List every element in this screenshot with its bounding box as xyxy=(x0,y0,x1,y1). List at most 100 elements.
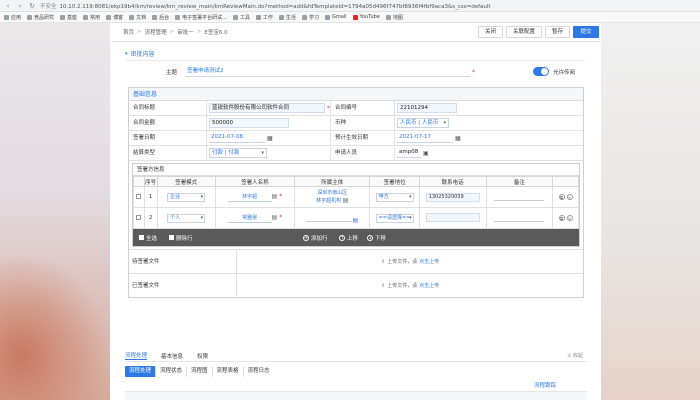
forward-icon[interactable]: › xyxy=(16,2,24,10)
bookmark-item[interactable]: YouTube xyxy=(352,14,380,20)
row-checkbox[interactable] xyxy=(136,214,142,220)
picker-icon[interactable]: ▤ xyxy=(272,214,278,221)
bookmark-item[interactable]: 地图 xyxy=(385,14,403,21)
signer-name-input[interactable]: 常雅晏 xyxy=(227,214,272,223)
table-row: 1 企业 林宇超▤* 深圳市南山区林宇超机构 ▤ 甲方 13025320039 … xyxy=(133,186,579,208)
bookmark-item[interactable]: 工作 xyxy=(255,14,273,21)
picker-icon[interactable]: ▤ xyxy=(272,193,278,200)
copy-row-icon[interactable]: ⧉ xyxy=(558,193,565,200)
move-up-button[interactable]: ↑ 上移 xyxy=(339,234,358,242)
sign-role-select[interactable]: ==请选择== xyxy=(375,213,414,223)
breadcrumb-item[interactable]: E签宝6.0 xyxy=(204,28,227,36)
reload-icon[interactable]: ↻ xyxy=(28,2,36,10)
sign-mode-select[interactable]: 企业 xyxy=(167,192,206,202)
effective-date-input[interactable]: 2021-07-17 xyxy=(397,133,453,143)
picker-icon[interactable]: ▤ xyxy=(343,197,349,204)
calendar-icon[interactable]: ▦ xyxy=(267,135,273,142)
breadcrumb-item[interactable]: 审批一 xyxy=(177,28,194,36)
subtab-flow-log[interactable]: 流程日志 xyxy=(244,366,274,377)
basic-info-title: 基础信息 xyxy=(129,88,583,101)
entity-input[interactable] xyxy=(306,213,353,222)
signers-title: 签署方信息 xyxy=(133,164,579,176)
allow-circulate-toggle[interactable] xyxy=(533,67,549,76)
bookmark-item[interactable]: 学习 xyxy=(301,14,319,21)
copy-row-icon[interactable]: ⧉ xyxy=(558,214,565,221)
picker-icon[interactable]: ▤ xyxy=(352,217,358,224)
table-header-row: 序号 签署模式 签署人名称 所属主体 签署地位 联系电话 备注 xyxy=(133,176,579,187)
bookmark-item[interactable]: Gmail xyxy=(324,14,347,20)
subtab-flow-table[interactable]: 流程表格 xyxy=(213,366,244,377)
folder-icon xyxy=(152,14,158,20)
signer-name-input[interactable]: 林宇超 xyxy=(227,193,272,202)
subtab-flow-chart[interactable]: 流程图 xyxy=(187,366,213,377)
required-star: * xyxy=(472,68,475,76)
bookmark-item[interactable]: 基座 xyxy=(60,14,77,21)
submit-button[interactable]: 提交 xyxy=(573,26,599,38)
field-label: 合同金额 xyxy=(129,116,207,130)
tab-basic-info[interactable]: 基本信息 xyxy=(161,352,183,360)
bookmark-item[interactable]: 后台 xyxy=(152,14,169,21)
assoc-config-button[interactable]: 关联配置 xyxy=(505,26,542,38)
delete-rows-button[interactable]: 删除行 xyxy=(169,234,193,242)
checkbox-icon xyxy=(139,235,144,240)
bookmark-item[interactable]: 工具 xyxy=(232,14,250,21)
map-icon xyxy=(385,14,391,20)
table-row: 2 个人 常雅晏▤* ▤ ==请选择== ⧉× xyxy=(133,207,579,229)
breadcrumb-item[interactable]: 流程管理 xyxy=(145,28,167,36)
phone-input[interactable] xyxy=(425,212,480,222)
field-label: 合同标题 xyxy=(129,101,207,115)
contract-no-input[interactable]: 22101294 xyxy=(397,103,457,113)
tab-permission[interactable]: 权限 xyxy=(197,352,208,360)
sign-date-input[interactable]: 2021-07-08 xyxy=(209,133,265,143)
url-field[interactable]: 不安全 10.10.2.119:8081/ekp19b4/km/review/km… xyxy=(40,2,491,10)
contract-title-input[interactable]: 蓝锐软件股份有限公司软件合同 xyxy=(209,103,325,113)
delete-row-icon[interactable]: × xyxy=(566,193,573,200)
background-right xyxy=(600,23,700,400)
calendar-icon[interactable]: ▦ xyxy=(455,135,461,142)
remark-input[interactable] xyxy=(494,213,545,222)
add-row-button[interactable]: + 添加行 xyxy=(303,234,328,242)
flow-track-link[interactable]: 流程跟踪 xyxy=(534,381,556,389)
section-header[interactable]: ▾ 审批内容 xyxy=(125,47,585,61)
upload-link[interactable]: 点击上传 xyxy=(419,258,439,265)
applicant-input[interactable]: amp08 xyxy=(397,148,421,158)
bookmark-item[interactable]: 应用 xyxy=(4,14,21,21)
bookmark-item[interactable]: 文档 xyxy=(129,14,146,21)
subtab-flow-status[interactable]: 流程状态 xyxy=(156,366,188,377)
delete-row-icon[interactable]: × xyxy=(566,214,573,221)
url-text: 10.10.2.119:8081/ekp19b4/km/review/km_re… xyxy=(59,3,491,10)
breadcrumb-home[interactable]: 首页 xyxy=(123,28,134,36)
signers-box: 签署方信息 序号 签署模式 签署人名称 所属主体 签署地位 联系电话 备注 1 … xyxy=(132,163,580,247)
currency-select[interactable]: 人民币 | 人民币 xyxy=(397,118,449,128)
row-checkbox[interactable] xyxy=(136,193,142,199)
settle-type-select[interactable]: 付款 | 付款 xyxy=(209,148,267,158)
subject-input[interactable]: 签署申请测试2 xyxy=(185,67,470,77)
row-number: 1 xyxy=(143,186,158,208)
amount-input[interactable]: 500000 xyxy=(209,118,289,128)
bookmark-item[interactable]: 电子签署平台研试... xyxy=(175,14,227,21)
save-draft-button[interactable]: 暂存 xyxy=(544,26,570,38)
folder-icon xyxy=(60,14,66,20)
signers-toolbar: 全选 删除行 + 添加行 ↑ 上移 ↓ 下移 xyxy=(133,229,579,246)
person-picker-icon[interactable]: ▣ xyxy=(423,150,429,157)
upload-link[interactable]: 点击上传 xyxy=(419,282,439,289)
tab-flow[interactable]: 流程处理 xyxy=(125,351,148,360)
close-button[interactable]: 关闭 xyxy=(477,26,503,38)
back-icon[interactable]: ‹ xyxy=(4,2,12,10)
bookmark-item[interactable]: 博客 xyxy=(106,14,123,21)
field-label: 合同编号 xyxy=(331,101,395,115)
sign-mode-select[interactable]: 个人 xyxy=(167,213,206,223)
upload-icon: ⇪ xyxy=(380,282,386,289)
field-label: 预计生效日期 xyxy=(331,131,395,145)
bookmark-item[interactable]: 生活 xyxy=(278,14,296,21)
select-all-button[interactable]: 全选 xyxy=(139,234,157,242)
bookmark-item[interactable]: 常用 xyxy=(83,14,100,21)
phone-input[interactable]: 13025320039 xyxy=(425,192,480,202)
collapse-button[interactable]: ⊙ 收起 xyxy=(567,352,583,359)
subtab-flow-handle[interactable]: 流程处理 xyxy=(125,366,157,377)
sign-role-select[interactable]: 甲方 xyxy=(375,192,414,202)
remark-input[interactable] xyxy=(494,192,545,201)
bookmarks-bar: 应用 竞品研究 基座 常用 博客 文档 后台 电子签署平台研试... 工具 工作… xyxy=(0,12,700,23)
move-down-button[interactable]: ↓ 下移 xyxy=(367,234,386,242)
bookmark-item[interactable]: 竞品研究 xyxy=(27,14,54,21)
